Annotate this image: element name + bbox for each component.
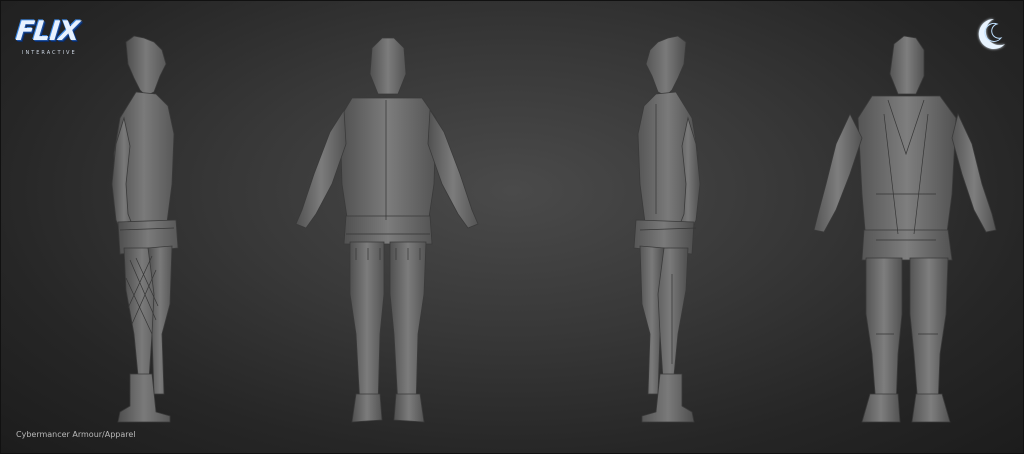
logo-wordmark: FLIX: [14, 16, 81, 47]
logo-subtitle: INTERACTIVE: [22, 50, 77, 56]
image-caption: Cybermancer Armour/Apparel: [16, 430, 136, 439]
flix-logo: FLIX INTERACTIVE: [12, 12, 88, 72]
render-canvas: FLIX INTERACTIVE Cybermancer Armour/Appa…: [0, 0, 1024, 454]
character-front-view: [806, 34, 1006, 426]
character-side-right-view: [612, 34, 722, 426]
character-side-left-view: [90, 34, 200, 426]
character-back-view: [286, 34, 488, 426]
